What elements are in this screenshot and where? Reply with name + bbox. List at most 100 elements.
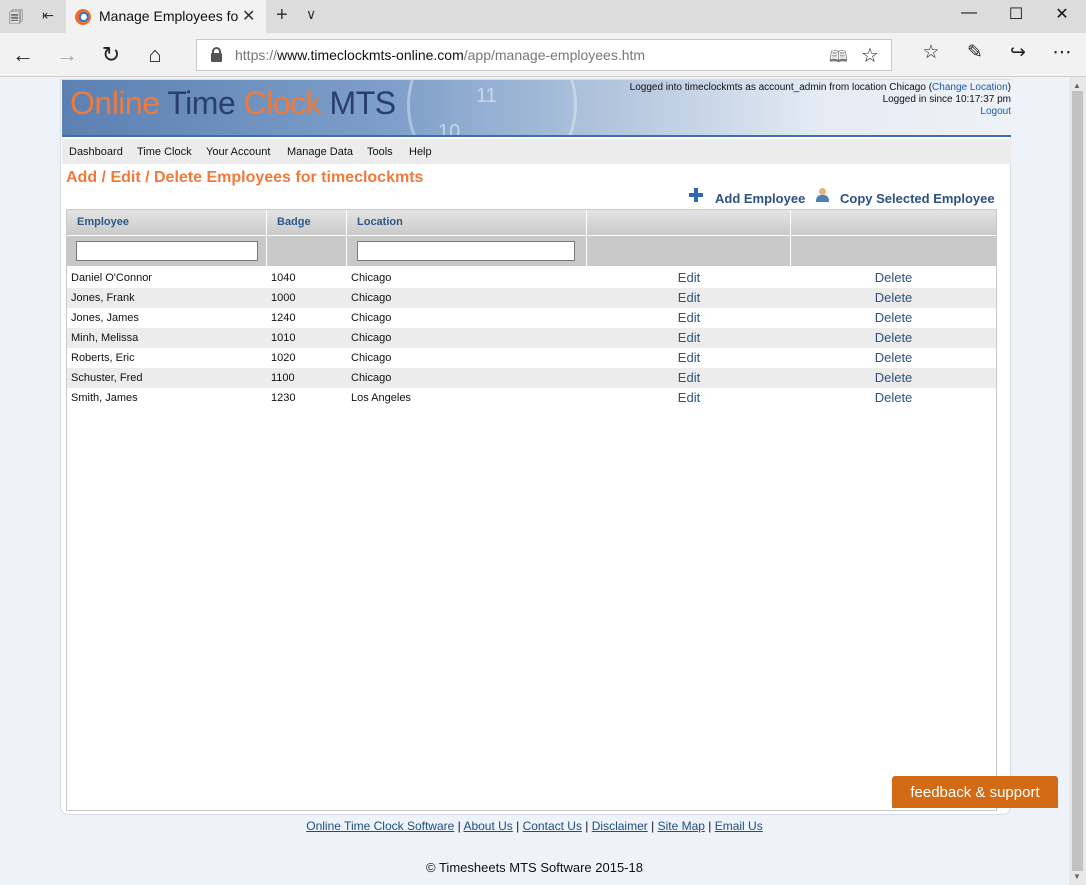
location-name: Los Angeles	[351, 392, 411, 404]
logout-link[interactable]: Logout	[630, 106, 1011, 118]
footer-link-disclaimer[interactable]: Disclaimer	[592, 819, 648, 833]
menu-your-account[interactable]: Your Account	[206, 146, 270, 158]
table-row[interactable]: Jones, James 1240 Chicago Edit Delete	[67, 308, 996, 328]
employee-filter-input[interactable]	[76, 241, 258, 261]
footer-link-about[interactable]: About Us	[463, 819, 512, 833]
column-header-employee[interactable]: Employee	[67, 210, 267, 235]
reading-view-icon[interactable]: 🕮	[829, 46, 848, 73]
employee-name: Smith, James	[71, 392, 138, 404]
browser-navbar: ← → ↻ ⌂ https://www.timeclockmts-online.…	[0, 33, 1086, 77]
scroll-down-icon[interactable]: ▼	[1073, 872, 1081, 881]
badge-number: 1010	[271, 332, 296, 344]
edit-link[interactable]: Edit	[587, 390, 791, 405]
delete-link[interactable]: Delete	[791, 330, 996, 345]
menu-manage-data[interactable]: Manage Data	[287, 146, 353, 158]
lock-icon	[211, 47, 222, 62]
edit-link[interactable]: Edit	[587, 270, 791, 285]
footer-link-software[interactable]: Online Time Clock Software	[306, 819, 454, 833]
copy-selected-employee-link[interactable]: Copy Selected Employee	[840, 191, 995, 206]
add-employee-icon[interactable]	[689, 188, 703, 202]
footer-link-contact[interactable]: Contact Us	[523, 819, 582, 833]
home-icon[interactable]: ⌂	[141, 42, 169, 68]
site-logo[interactable]: Online Time Clock MTS	[70, 85, 396, 122]
site-favicon-icon	[75, 9, 91, 25]
menu-time-clock[interactable]: Time Clock	[137, 146, 192, 158]
scroll-up-icon[interactable]: ▲	[1073, 81, 1081, 90]
scroll-thumb[interactable]	[1072, 91, 1083, 871]
browser-titlebar: 🗐 ⇤ Manage Employees for ✕ + ∨ — ☐ ✕	[0, 0, 1086, 33]
menu-tools[interactable]: Tools	[367, 146, 393, 158]
edit-link[interactable]: Edit	[587, 310, 791, 325]
location-name: Chicago	[351, 352, 392, 364]
set-tabs-aside-icon[interactable]: ⇤	[38, 7, 58, 25]
column-header-delete	[791, 210, 996, 235]
location-filter-input[interactable]	[357, 241, 575, 261]
table-row[interactable]: Smith, James 1230 Los Angeles Edit Delet…	[67, 388, 996, 408]
maximize-icon[interactable]: ☐	[1004, 4, 1028, 24]
share-icon[interactable]: ↪	[1003, 41, 1033, 64]
tab-title: Manage Employees for	[99, 8, 239, 24]
new-tab-icon[interactable]: +	[276, 4, 288, 27]
edit-link[interactable]: Edit	[587, 290, 791, 305]
tab-manager-icon[interactable]: 🗐	[6, 7, 26, 25]
location-name: Chicago	[351, 292, 392, 304]
edit-link[interactable]: Edit	[587, 350, 791, 365]
delete-link[interactable]: Delete	[791, 290, 996, 305]
favorite-star-icon[interactable]: ☆	[861, 43, 879, 68]
employee-name: Roberts, Eric	[71, 352, 135, 364]
close-window-icon[interactable]: ✕	[1050, 4, 1074, 24]
delete-link[interactable]: Delete	[791, 270, 996, 285]
delete-link[interactable]: Delete	[791, 390, 996, 405]
more-menu-icon[interactable]: ⋯	[1047, 41, 1077, 64]
delete-link[interactable]: Delete	[791, 310, 996, 325]
change-location-link[interactable]: Change Location	[932, 82, 1008, 93]
column-header-badge[interactable]: Badge	[267, 210, 347, 235]
badge-number: 1000	[271, 292, 296, 304]
logged-in-since: Logged in since 10:17:37 pm	[882, 94, 1011, 105]
footer-link-sitemap[interactable]: Site Map	[658, 819, 705, 833]
close-tab-icon[interactable]: ✕	[242, 6, 255, 26]
menu-dashboard[interactable]: Dashboard	[69, 146, 123, 158]
forward-icon[interactable]: →	[53, 42, 81, 68]
page-scrollbar[interactable]: ▲ ▼	[1069, 77, 1086, 885]
footer-links: Online Time Clock Software | About Us | …	[306, 819, 763, 833]
edit-link[interactable]: Edit	[587, 370, 791, 385]
minimize-icon[interactable]: —	[957, 4, 981, 22]
feedback-support-button[interactable]: feedback & support	[892, 776, 1058, 808]
delete-link[interactable]: Delete	[791, 370, 996, 385]
table-row[interactable]: Roberts, Eric 1020 Chicago Edit Delete	[67, 348, 996, 368]
back-icon[interactable]: ←	[9, 42, 37, 68]
location-name: Chicago	[351, 372, 392, 384]
badge-number: 1230	[271, 392, 296, 404]
location-name: Chicago	[351, 312, 392, 324]
tab-preview-chevron-icon[interactable]: ∨	[306, 6, 316, 23]
page-viewport: 11 10 Online Time Clock MTS Logged into t…	[0, 77, 1069, 885]
location-name: Chicago	[351, 332, 392, 344]
footer-link-email[interactable]: Email Us	[715, 819, 763, 833]
copy-employee-icon[interactable]	[815, 188, 829, 203]
menu-help[interactable]: Help	[409, 146, 432, 158]
location-name: Chicago	[351, 272, 392, 284]
url-text[interactable]: https://www.timeclockmts-online.com/app/…	[235, 47, 645, 63]
web-note-icon[interactable]: ✎	[960, 41, 990, 64]
employee-name: Minh, Melissa	[71, 332, 139, 344]
add-employee-link[interactable]: Add Employee	[715, 191, 805, 206]
employee-name: Jones, James	[71, 312, 139, 324]
address-bar[interactable]: https://www.timeclockmts-online.com/app/…	[196, 39, 892, 71]
refresh-icon[interactable]: ↻	[97, 42, 125, 68]
filter-cell-delete	[791, 235, 996, 266]
column-header-edit	[587, 210, 791, 235]
column-header-location[interactable]: Location	[347, 210, 587, 235]
delete-link[interactable]: Delete	[791, 350, 996, 365]
table-row[interactable]: Daniel O'Connor 1040 Chicago Edit Delete	[67, 268, 996, 288]
browser-tab[interactable]: Manage Employees for ✕	[66, 0, 266, 33]
edit-link[interactable]: Edit	[587, 330, 791, 345]
main-menu: Dashboard Time Clock Your Account Manage…	[62, 139, 1011, 164]
page-title: Add / Edit / Delete Employees for timecl…	[66, 169, 424, 186]
badge-number: 1240	[271, 312, 296, 324]
employee-name: Jones, Frank	[71, 292, 135, 304]
table-row[interactable]: Minh, Melissa 1010 Chicago Edit Delete	[67, 328, 996, 348]
table-row[interactable]: Jones, Frank 1000 Chicago Edit Delete	[67, 288, 996, 308]
favorites-hub-icon[interactable]: ☆	[916, 41, 946, 64]
table-row[interactable]: Schuster, Fred 1100 Chicago Edit Delete	[67, 368, 996, 388]
